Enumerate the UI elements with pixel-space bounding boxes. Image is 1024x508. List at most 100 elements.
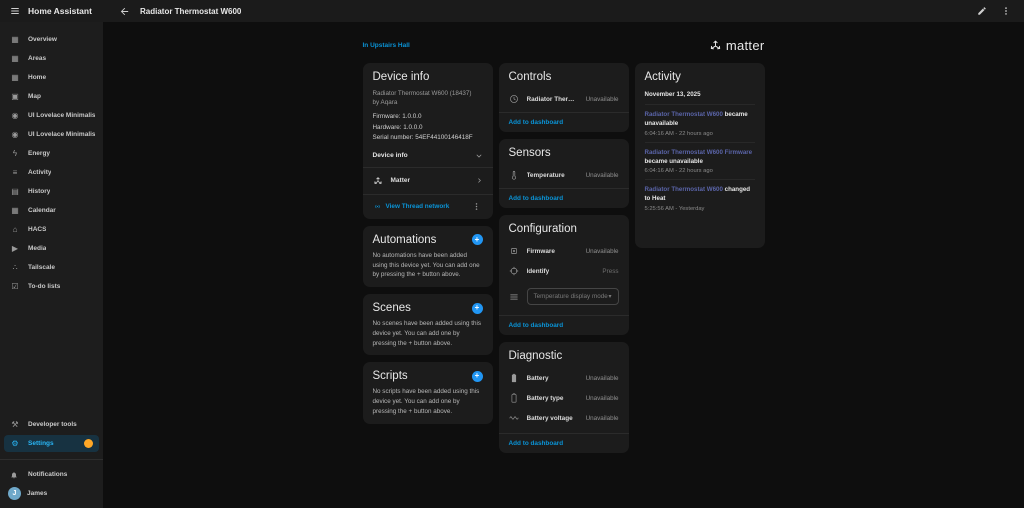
press-button-disabled[interactable]: Press: [602, 268, 618, 275]
scripts-empty-text: No scripts have been added using this de…: [373, 387, 483, 416]
sidebar-item-user-profile[interactable]: J James: [0, 484, 103, 503]
entity-state: Unavailable: [586, 395, 619, 402]
diagnostic-add-to-dashboard-link[interactable]: Add to dashboard: [509, 440, 564, 447]
scripts-card: Scripts + No scripts have been added usi…: [363, 362, 493, 423]
sidebar-item-notifications[interactable]: Notifications: [0, 465, 103, 484]
entity-row-firmware[interactable]: Firmware Unavailable: [509, 241, 619, 261]
map-icon: ▣: [10, 92, 20, 101]
todo-check-icon: ☑: [10, 282, 20, 291]
battery-outline-icon: [509, 393, 520, 403]
entity-link[interactable]: Radiator Thermostat W600: [645, 186, 723, 193]
entity-link[interactable]: Radiator Thermostat W600: [645, 111, 723, 118]
device-info-card: Device info Radiator Thermostat W600 (18…: [363, 63, 493, 219]
back-button[interactable]: [117, 4, 131, 18]
voltage-wave-icon: [509, 413, 520, 423]
sidebar-item-home[interactable]: ▦ Home: [0, 68, 103, 87]
matter-brand: matter: [709, 38, 765, 53]
add-script-button[interactable]: +: [472, 371, 483, 382]
view-thread-network-link[interactable]: View Thread network: [373, 202, 450, 211]
scenes-title: Scenes: [373, 302, 411, 314]
sidebar-item-todo-lists[interactable]: ☑ To-do lists: [0, 277, 103, 296]
matter-integration-row[interactable]: Matter: [363, 168, 493, 194]
entity-row-battery-type[interactable]: Battery type Unavailable: [509, 388, 619, 408]
entity-row-battery-voltage[interactable]: Battery voltage Unavailable: [509, 408, 619, 428]
sidebar: ▦ Overview ▦ Areas ▦ Home ▣ Map ◉ UI Lov…: [0, 22, 103, 508]
lightning-icon: ϟ: [10, 149, 20, 158]
controls-card: Controls Radiator Thermostat ... Unavail…: [499, 63, 629, 132]
sidebar-item-developer-tools[interactable]: ⚒ Developer tools: [0, 415, 103, 434]
device-manufacturer: by Aqara: [373, 98, 483, 107]
identify-target-icon: [509, 266, 520, 276]
sidebar-item-calendar[interactable]: ▦ Calendar: [0, 201, 103, 220]
dashboard-icon: ▦: [10, 35, 20, 44]
lovelace-icon: ◉: [10, 111, 20, 120]
sidebar-item-hacs[interactable]: ⌂ HACS: [0, 220, 103, 239]
entity-row-temperature-display-mode: Temperature display mode ▾: [509, 281, 619, 310]
top-bar: Home Assistant Radiator Thermostat W600: [0, 0, 1024, 22]
sidebar-item-media[interactable]: ▶ Media: [0, 239, 103, 258]
automations-empty-text: No automations have been added using thi…: [373, 251, 483, 280]
scenes-card: Scenes + No scenes have been added using…: [363, 294, 493, 355]
entity-state: Unavailable: [586, 96, 619, 103]
settings-update-badge: [84, 439, 93, 448]
entity-state: Unavailable: [586, 375, 619, 382]
sidebar-item-ui-lovelace-minimalist-2[interactable]: ◉ UI Lovelace Minimalist: [0, 125, 103, 144]
sidebar-item-tailscale[interactable]: ∴ Tailscale: [0, 258, 103, 277]
sidebar-item-areas[interactable]: ▦ Areas: [0, 49, 103, 68]
sidebar-header: Home Assistant: [0, 5, 103, 17]
overflow-menu-icon[interactable]: [1000, 5, 1012, 17]
activity-entry: Radiator Thermostat W600 became unavaila…: [645, 104, 755, 142]
app-title: Home Assistant: [28, 6, 92, 16]
lovelace-icon: ◉: [10, 130, 20, 139]
configuration-add-to-dashboard-link[interactable]: Add to dashboard: [509, 322, 564, 329]
device-info-overflow-icon[interactable]: [471, 201, 483, 213]
entity-row-thermostat[interactable]: Radiator Thermostat ... Unavailable: [509, 89, 619, 109]
sensors-add-to-dashboard-link[interactable]: Add to dashboard: [509, 195, 564, 202]
signal-icon: [373, 202, 382, 211]
add-scene-button[interactable]: +: [472, 303, 483, 314]
device-model: Radiator Thermostat W600 (18437): [373, 89, 483, 98]
battery-icon: [509, 373, 520, 383]
device-info-expander[interactable]: Device info: [373, 144, 483, 167]
device-firmware: Firmware: 1.0.0.0: [373, 112, 483, 123]
add-automation-button[interactable]: +: [472, 234, 483, 245]
chevron-right-icon: [476, 177, 483, 184]
sidebar-item-ui-lovelace-minimalist-1[interactable]: ◉ UI Lovelace Minimalist: [0, 106, 103, 125]
edit-pencil-icon[interactable]: [976, 5, 988, 17]
tailscale-icon: ∴: [10, 263, 20, 272]
page-title: Radiator Thermostat W600: [140, 7, 241, 16]
calendar-icon: ▦: [10, 206, 20, 215]
activity-card: Activity November 13, 2025 Radiator Ther…: [635, 63, 765, 248]
menu-icon[interactable]: [9, 5, 21, 17]
diagnostic-title: Diagnostic: [509, 350, 619, 362]
select-caret-icon: ▾: [608, 293, 611, 300]
sidebar-item-energy[interactable]: ϟ Energy: [0, 144, 103, 163]
sidebar-item-history[interactable]: ▤ History: [0, 182, 103, 201]
main-content: In Upstairs Hall matter Device info Radi…: [103, 22, 1024, 508]
controls-add-to-dashboard-link[interactable]: Add to dashboard: [509, 119, 564, 126]
automations-card: Automations + No automations have been a…: [363, 226, 493, 287]
sidebar-item-activity[interactable]: ≡ Activity: [0, 163, 103, 182]
entity-state: Unavailable: [586, 172, 619, 179]
entity-state: Unavailable: [586, 415, 619, 422]
area-link[interactable]: In Upstairs Hall: [363, 42, 410, 49]
entity-row-identify[interactable]: Identify Press: [509, 261, 619, 281]
sidebar-item-settings[interactable]: ⚙ Settings: [4, 435, 99, 452]
activity-timestamp: 6:04:16 AM - 22 hours ago: [645, 131, 755, 137]
hammer-icon: ⚒: [10, 420, 20, 429]
scripts-title: Scripts: [373, 370, 408, 382]
bell-icon: [10, 471, 20, 479]
matter-logo-icon: [709, 39, 722, 52]
hacs-icon: ⌂: [10, 225, 20, 234]
entity-link[interactable]: Radiator Thermostat W600 Firmware: [645, 149, 753, 156]
sidebar-item-overview[interactable]: ▦ Overview: [0, 30, 103, 49]
list-lines-icon: [509, 292, 520, 302]
controls-title: Controls: [509, 71, 619, 83]
entity-row-temperature[interactable]: Temperature Unavailable: [509, 165, 619, 185]
entity-row-battery[interactable]: Battery Unavailable: [509, 368, 619, 388]
sidebar-item-map[interactable]: ▣ Map: [0, 87, 103, 106]
thermostat-icon: [509, 94, 520, 104]
temperature-display-mode-select[interactable]: Temperature display mode ▾: [527, 288, 619, 305]
matter-icon: [373, 176, 384, 186]
user-avatar: J: [8, 487, 21, 500]
